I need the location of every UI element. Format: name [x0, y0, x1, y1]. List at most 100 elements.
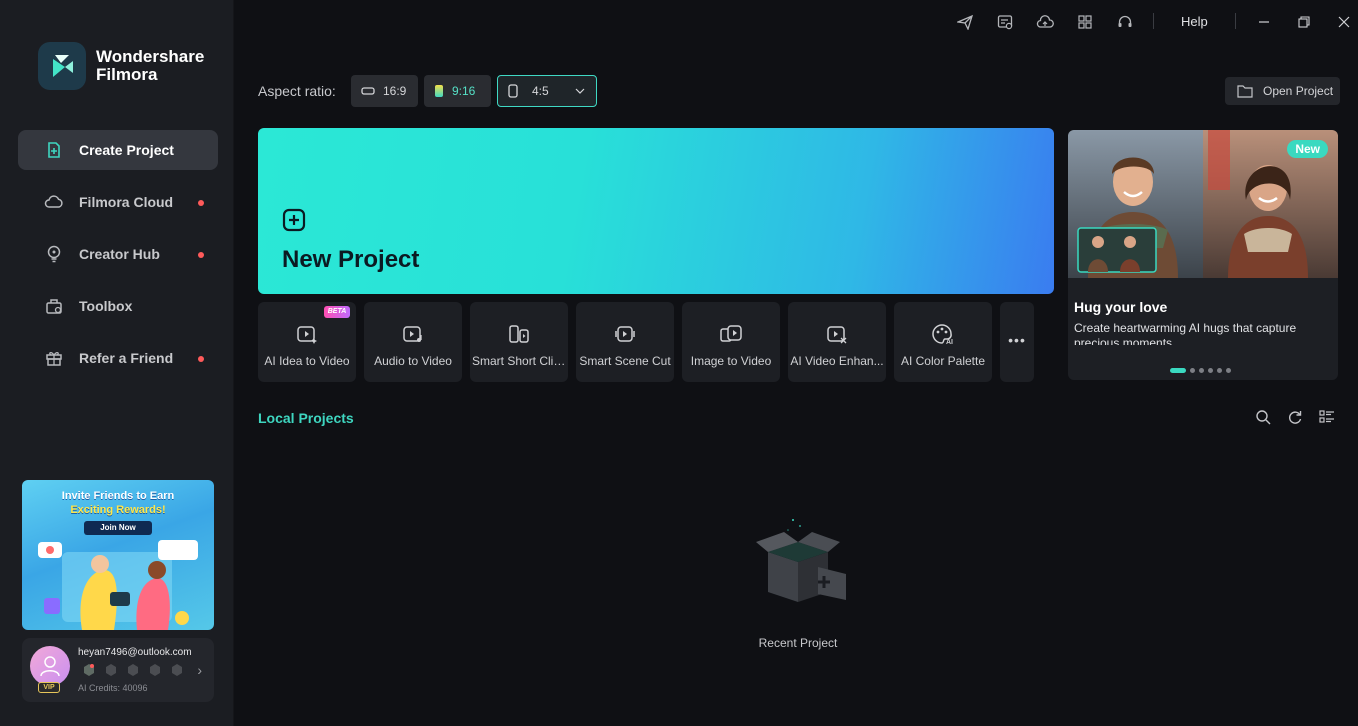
tool-audio-to-video[interactable]: Audio to Video [364, 302, 462, 382]
cloud-icon [44, 192, 64, 212]
tasks-icon[interactable] [995, 12, 1015, 32]
avatar[interactable] [30, 646, 70, 686]
ai-video-idea-icon [295, 322, 319, 346]
gift-icon [44, 348, 64, 368]
carousel-dot[interactable] [1190, 368, 1195, 373]
send-feedback-icon[interactable] [955, 12, 975, 32]
carousel-dot[interactable] [1199, 368, 1204, 373]
tool-smart-scene-cut[interactable]: Smart Scene Cut [576, 302, 674, 382]
aspect-16-9-button[interactable]: 16:9 [351, 75, 418, 107]
carousel-dot[interactable] [1217, 368, 1222, 373]
account-email: heyan7496@outlook.com [78, 647, 192, 658]
tool-label: Smart Short Clips [472, 354, 566, 368]
help-menu[interactable]: Help [1181, 14, 1208, 29]
tool-label: Audio to Video [374, 354, 452, 368]
empty-state-label: Recent Project [758, 636, 838, 650]
toolbar-divider [1153, 13, 1154, 29]
achievement-badges [82, 663, 184, 677]
sidebar-item-label: Create Project [79, 142, 174, 158]
open-project-button[interactable]: Open Project [1225, 77, 1340, 105]
badge-3-icon [128, 664, 138, 676]
open-project-label: Open Project [1263, 84, 1334, 98]
restore-icon[interactable] [1294, 12, 1314, 32]
tool-label: Smart Scene Cut [579, 354, 671, 368]
refresh-icon[interactable] [1286, 408, 1304, 426]
sidebar-item-create-project[interactable]: Create Project [18, 130, 218, 170]
audio-video-icon [401, 322, 425, 346]
new-badge: New [1287, 140, 1328, 158]
tool-smart-short-clips[interactable]: Smart Short Clips [470, 302, 568, 382]
toolbox-icon [44, 296, 64, 316]
color-palette-icon: AI [931, 322, 955, 346]
carousel-dot[interactable] [1208, 368, 1213, 373]
aspect-4-5-dropdown[interactable]: 4:5 [497, 75, 597, 107]
sidebar-item-filmora-cloud[interactable]: Filmora Cloud [18, 182, 218, 222]
more-tools-button[interactable]: ••• [1000, 302, 1034, 382]
title-bar: Help [234, 0, 1358, 44]
sidebar-item-label: Filmora Cloud [79, 194, 174, 210]
list-view-icon[interactable] [1318, 408, 1336, 426]
carousel-dot-active[interactable] [1170, 368, 1186, 373]
badge-2-icon [106, 664, 116, 676]
chevron-down-icon [575, 88, 585, 94]
account-panel[interactable]: VIP heyan7496@outlook.com AI Credits: 40… [22, 638, 214, 702]
sidebar-item-refer-a-friend[interactable]: Refer a Friend [18, 338, 218, 378]
app-brand: Wondershare Filmora [96, 48, 204, 84]
cloud-upload-icon[interactable] [1035, 12, 1055, 32]
carousel-dot[interactable] [1226, 368, 1231, 373]
tool-label: AI Video Enhan... [790, 354, 884, 368]
image-video-icon [719, 322, 743, 346]
tool-ai-idea-to-video[interactable]: BETA AI Idea to Video [258, 302, 356, 382]
notification-dot [198, 356, 204, 362]
add-square-icon [282, 208, 306, 232]
promo-illustration [38, 540, 198, 630]
sidebar-item-toolbox[interactable]: Toolbox [18, 286, 218, 326]
brand-line-2: Filmora [96, 65, 158, 84]
minimize-icon[interactable] [1254, 12, 1274, 32]
toolbar-divider [1235, 13, 1236, 29]
svg-text:AI: AI [946, 339, 953, 345]
tool-image-to-video[interactable]: Image to Video [682, 302, 780, 382]
close-icon[interactable] [1334, 12, 1354, 32]
tool-label: AI Idea to Video [264, 354, 350, 368]
aspect-option-label: 16:9 [383, 84, 407, 98]
landscape-icon [361, 87, 375, 95]
badge-5-icon [172, 664, 182, 676]
tool-label: AI Color Palette [900, 354, 986, 368]
apps-grid-icon[interactable] [1075, 12, 1095, 32]
portrait-icon [508, 84, 518, 98]
sidebar-item-label: Toolbox [79, 298, 133, 314]
sidebar-item-label: Refer a Friend [79, 350, 174, 366]
beta-badge: BETA [324, 306, 350, 318]
more-dots-icon: ••• [1008, 332, 1026, 348]
short-clips-icon [507, 322, 531, 346]
headset-support-icon[interactable] [1115, 12, 1135, 32]
new-project-label: New Project [282, 246, 420, 273]
sidebar: Wondershare Filmora Create Project Filmo… [0, 0, 234, 726]
ai-credits: AI Credits: 40096 [78, 683, 148, 693]
banner-description: Create heartwarming AI hugs that capture… [1074, 321, 1297, 345]
folder-icon [1237, 85, 1253, 98]
notification-dot [198, 252, 204, 258]
new-project-card[interactable]: New Project [258, 128, 1054, 294]
carousel-pagination [1170, 368, 1231, 373]
aspect-9-16-button[interactable]: 9:16 [424, 75, 491, 107]
video-enhance-icon [825, 322, 849, 346]
feature-carousel[interactable]: New Hug your love Create heartwarming AI… [1068, 130, 1338, 380]
tool-ai-video-enhancer[interactable]: AI Video Enhan... [788, 302, 886, 382]
aspect-option-label: 9:16 [452, 84, 476, 98]
tool-ai-color-palette[interactable]: AI AI Color Palette [894, 302, 992, 382]
badge-4-icon [150, 664, 160, 676]
sidebar-item-creator-hub[interactable]: Creator Hub [18, 234, 218, 274]
tool-label: Image to Video [690, 354, 772, 368]
referral-promo-banner[interactable]: Invite Friends to Earn Exciting Rewards!… [22, 480, 214, 630]
chevron-right-icon[interactable]: › [197, 662, 202, 678]
aspect-ratio-label: Aspect ratio: [258, 83, 336, 99]
filmora-logo-icon [38, 42, 86, 90]
app-logo[interactable]: Wondershare Filmora [38, 42, 204, 90]
lightbulb-icon [44, 244, 64, 264]
vip-badge: VIP [38, 682, 60, 693]
sidebar-item-label: Creator Hub [79, 246, 160, 262]
create-project-icon [44, 140, 64, 160]
search-icon[interactable] [1254, 408, 1272, 426]
